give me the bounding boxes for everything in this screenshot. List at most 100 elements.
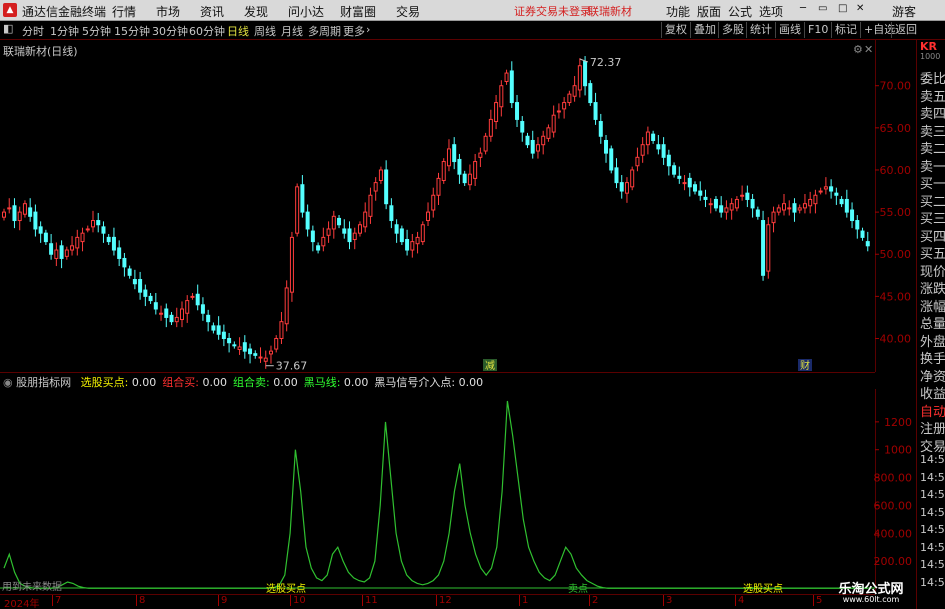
price-tick-label: 40.00 [880, 333, 912, 346]
indicator-chart[interactable]: 200.00 400.00 600.00 800.00 1000 1200 选股买点 选股买点… [0, 389, 916, 594]
period-30min[interactable]: 30分钟 [152, 23, 188, 39]
menu-item-quotes[interactable]: 行情 [112, 3, 136, 20]
menu-item-trade[interactable]: 交易 [396, 3, 420, 20]
candle-body [268, 350, 273, 355]
indicator-tick-label: 1000 [884, 444, 912, 457]
future-data-note: 用到未来数据 [2, 580, 62, 593]
tool-overlay[interactable]: 叠加 [690, 22, 716, 38]
tool-mark[interactable]: 标记 [831, 22, 857, 38]
period-1min[interactable]: 1分钟 [50, 23, 79, 39]
menu-item-functions[interactable]: 功能 [666, 3, 690, 20]
candle-body [185, 300, 190, 314]
candle-body [331, 215, 336, 230]
chevron-right-icon[interactable]: › [366, 23, 370, 36]
indicator-field-value: 0.00 [343, 376, 369, 389]
tool-f10[interactable]: F10 [804, 22, 828, 38]
tool-back[interactable]: 返回 [891, 22, 917, 38]
period-15min[interactable]: 15分钟 [114, 23, 150, 39]
candle-body [378, 169, 383, 182]
candle-body [782, 203, 787, 211]
panel-toggle-icon[interactable]: ◧ [3, 22, 13, 35]
candle-body [771, 211, 776, 224]
candle-body [59, 245, 64, 259]
sidebar-field-6: 买一 [920, 177, 945, 192]
candle-body [357, 224, 362, 234]
trade-login-alert[interactable]: 证券交易未登录 [514, 3, 591, 19]
period-weekly[interactable]: 周线 [254, 23, 276, 39]
candle-body [593, 102, 598, 120]
high-price-label: 72.37 [590, 56, 622, 69]
period-toolbar: ◧ 分时 1分钟 5分钟 15分钟 30分钟 60分钟 日线 周线 月线 多周期… [0, 21, 945, 40]
candle-body [844, 198, 849, 213]
candle-body [190, 295, 195, 298]
period-timeshare[interactable]: 分时 [22, 23, 44, 39]
sell-signal-mark: 卖点 [568, 583, 588, 594]
indicator-toggle-icon[interactable]: ◉ [3, 376, 16, 389]
candle-body [724, 207, 729, 213]
period-60min[interactable]: 60分钟 [189, 23, 225, 39]
restore-icon[interactable]: ▭ [818, 3, 827, 14]
indicator-header: ◉ 股朋指标网 选股买点: 0.00 组合买: 0.00 组合卖: 0.00 黑马线:… [3, 374, 483, 390]
candle-body [54, 249, 59, 259]
main-chart-panel[interactable]: 联瑞新材(日线) ⚙ ✕ 40.00 45.00 50.00 55.00 60.00 65… [0, 40, 911, 372]
sidebar-field-18: 收益 [920, 387, 945, 402]
menu-item-news[interactable]: 资讯 [200, 3, 224, 20]
sidebar-field-17: 净资 [920, 369, 945, 385]
candle-body [289, 236, 294, 293]
tool-add-watchlist[interactable]: +自选 [860, 22, 895, 38]
candle-body [588, 83, 593, 104]
guest-user[interactable]: 游客 [892, 3, 916, 20]
period-more[interactable]: 更多 [343, 23, 365, 39]
maximize-icon[interactable]: □ [838, 3, 847, 14]
menu-item-formula[interactable]: 公式 [728, 3, 752, 20]
period-monthly[interactable]: 月线 [281, 23, 303, 39]
menu-item-market[interactable]: 市场 [156, 3, 180, 20]
candle-body [530, 139, 535, 154]
period-daily[interactable]: 日线 [227, 23, 249, 39]
sidebar-field-5: 卖一 [920, 159, 945, 175]
period-multi[interactable]: 多周期 [308, 23, 341, 39]
candle-body [38, 226, 43, 234]
tool-multi-stock[interactable]: 多股 [718, 22, 744, 38]
candle-body [494, 102, 499, 123]
indicator-panel[interactable]: ◉ 股朋指标网 选股买点: 0.00 组合买: 0.00 组合卖: 0.00 黑马线:… [0, 372, 912, 594]
menu-item-xiaoda[interactable]: 问小达 [288, 3, 324, 20]
menu-item-wealth[interactable]: 财富圈 [340, 3, 376, 20]
menu-item-discover[interactable]: 发现 [244, 3, 268, 20]
candle-body [310, 230, 315, 243]
candle-body [719, 205, 724, 213]
candle-body [572, 85, 577, 97]
tool-stats[interactable]: 统计 [746, 22, 772, 38]
sidebar-field-8: 买三 [920, 212, 945, 227]
candle-body [326, 228, 331, 236]
tool-restore-rights[interactable]: 复权 [661, 22, 687, 38]
event-marker-label[interactable]: 减 [485, 360, 495, 372]
candle-body [823, 186, 828, 190]
minimize-icon[interactable]: ─ [800, 3, 806, 14]
candle-body [431, 194, 436, 211]
candle-body [441, 161, 446, 182]
dark-horse-line [3, 400, 868, 589]
sidebar-field-1: 卖五 [920, 89, 945, 105]
candle-body [619, 182, 624, 192]
close-icon[interactable]: ✕ [856, 3, 864, 14]
candle-body [640, 144, 645, 156]
tool-draw[interactable]: 画线 [775, 22, 801, 38]
candle-body [321, 236, 326, 247]
candle-body [436, 177, 441, 196]
candle-body [661, 144, 666, 158]
candle-body [776, 207, 781, 213]
period-5min[interactable]: 5分钟 [82, 23, 111, 39]
menu-item-options[interactable]: 选项 [759, 3, 783, 20]
buy-signal-label: 选股买点 [266, 582, 306, 594]
candle-body [300, 184, 305, 213]
candle-body [64, 249, 69, 257]
menu-item-layout[interactable]: 版面 [697, 3, 721, 20]
candle-body [148, 295, 153, 302]
sidebar-field-13: 涨幅 [920, 299, 945, 315]
candlestick-chart[interactable]: 40.00 45.00 50.00 55.00 60.00 65.00 70.00 72.37… [0, 40, 916, 372]
event-marker-label[interactable]: 财 [800, 359, 810, 372]
date-axis-label: 2 [589, 595, 598, 606]
stock-name-link[interactable]: 联瑞新材 [588, 3, 632, 19]
candle-body [216, 325, 221, 335]
